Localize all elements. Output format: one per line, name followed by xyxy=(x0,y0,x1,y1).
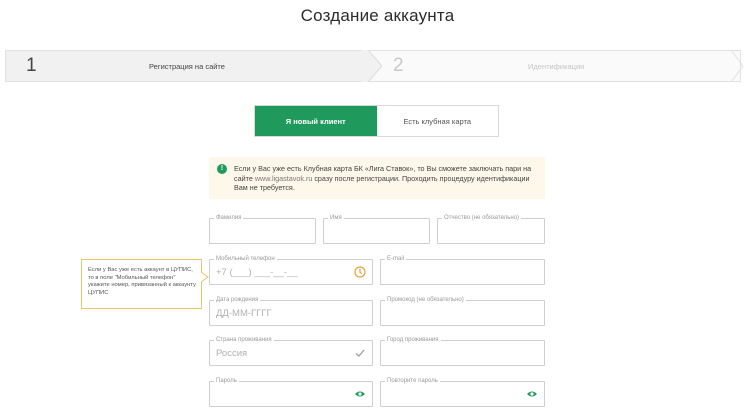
city-label: Город проживания xyxy=(385,336,441,345)
phone-value: +7 (___) ___-__-__ xyxy=(216,267,298,278)
eye-icon[interactable] xyxy=(354,388,366,400)
promo-code-label: Промокод (не обязательно) xyxy=(385,296,466,305)
birth-date-placeholder: ДД-ММ-ГГГГ xyxy=(216,308,272,319)
checkmark-icon xyxy=(355,349,365,357)
email-field[interactable]: E-mail xyxy=(380,255,545,285)
step-2-chevron xyxy=(730,50,744,82)
first-name-field[interactable]: Имя xyxy=(323,214,430,244)
page-title: Создание аккаунта xyxy=(300,6,455,25)
club-card-notice: ! Если у Вас уже есть Клубная карта БК «… xyxy=(209,157,545,199)
client-type-tabs: Я новый клиент Есть клубная карта xyxy=(254,105,499,137)
info-icon: ! xyxy=(217,164,227,174)
password-repeat-label: Повторите пароль xyxy=(385,377,440,386)
birth-date-field[interactable]: Дата рождения ДД-ММ-ГГГГ xyxy=(209,296,373,326)
email-label: E-mail xyxy=(385,255,407,264)
last-name-label: Фамилия xyxy=(214,214,244,223)
country-field[interactable]: Страна проживания Россия xyxy=(209,336,373,366)
step-2-label: Идентификация xyxy=(528,62,585,71)
country-label: Страна проживания xyxy=(214,336,274,345)
tooltip-text: Если у Вас уже есть аккаунт в ЦУПИС, то … xyxy=(88,267,196,296)
patronymic-field[interactable]: Отчество (не обязательно) xyxy=(437,214,545,244)
password-label: Пароль xyxy=(214,377,239,386)
notice-site-link[interactable]: www.ligastavok.ru xyxy=(255,174,313,183)
country-value: Россия xyxy=(216,348,248,359)
phone-label: Мобильный телефон xyxy=(214,255,277,264)
tab-new-client[interactable]: Я новый клиент xyxy=(255,106,377,136)
eye-icon[interactable] xyxy=(526,388,538,400)
promo-code-field[interactable]: Промокод (не обязательно) xyxy=(380,296,545,326)
password-field[interactable]: Пароль xyxy=(209,377,373,407)
password-repeat-field[interactable]: Повторите пароль xyxy=(380,377,545,407)
tab-club-card[interactable]: Есть клубная карта xyxy=(376,106,498,136)
step-1-chevron xyxy=(362,50,382,82)
birth-date-label: Дата рождения xyxy=(214,296,261,305)
step-1-label: Регистрация на сайте xyxy=(149,62,225,71)
patronymic-label: Отчество (не обязательно) xyxy=(442,214,522,223)
tooltip-pointer xyxy=(201,272,209,282)
step-1-number: 1 xyxy=(26,55,37,76)
clock-warning-icon xyxy=(354,266,366,278)
phone-tooltip: Если у Вас уже есть аккаунт в ЦУПИС, то … xyxy=(81,259,209,309)
registration-stepper: 1 Регистрация на сайте 2 Идентификация xyxy=(5,50,744,82)
step-2-number: 2 xyxy=(393,55,404,76)
phone-field[interactable]: Мобильный телефон +7 (___) ___-__-__ xyxy=(209,255,373,285)
city-field[interactable]: Город проживания xyxy=(380,336,545,366)
last-name-field[interactable]: Фамилия xyxy=(209,214,316,244)
notice-text: Если у Вас уже есть Клубная карта БК «Ли… xyxy=(234,164,539,193)
first-name-label: Имя xyxy=(328,214,344,223)
